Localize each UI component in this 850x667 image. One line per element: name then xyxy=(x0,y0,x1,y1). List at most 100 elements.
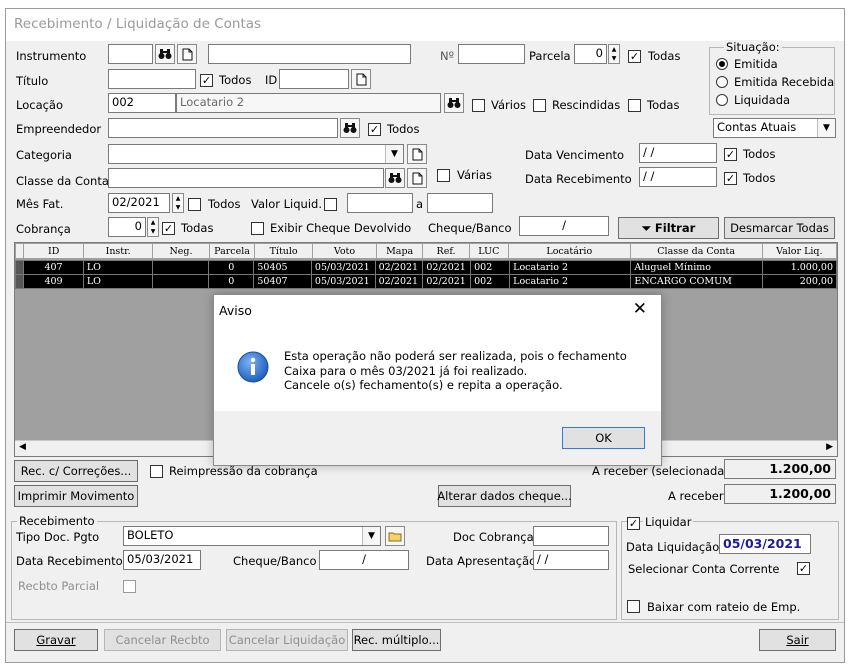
imprimir-movimento-button[interactable]: Imprimir Movimento xyxy=(14,485,138,507)
col-valor-liq[interactable]: Valor Liq. xyxy=(761,243,838,259)
binoculars-icon[interactable] xyxy=(155,44,175,64)
baixar-rateio-label: Baixar com rateio de Emp. xyxy=(647,600,801,614)
parcela-field[interactable]: 0 xyxy=(574,44,607,64)
data-vencimento-todos-checkbox[interactable]: ✓ xyxy=(724,148,737,161)
doc-cobranca-field[interactable] xyxy=(533,526,609,546)
valor-from-field[interactable] xyxy=(347,193,413,213)
reimpressao-checkbox[interactable] xyxy=(150,465,163,478)
cell-locatario: Locatario 2 xyxy=(509,274,632,289)
radio-emitida-recebida[interactable] xyxy=(716,76,728,88)
col-ref[interactable]: Ref. xyxy=(422,243,470,259)
col-titulo[interactable]: Título xyxy=(254,243,313,259)
mes-fat-field[interactable]: 02/2021 xyxy=(108,193,170,213)
numero-field[interactable] xyxy=(458,44,525,64)
chevron-down-icon[interactable]: ▼ xyxy=(385,145,403,163)
cheque-banco2-field[interactable]: / xyxy=(319,550,409,570)
liquidar-checkbox[interactable]: ✓ xyxy=(627,517,640,530)
data-recebimento2-field[interactable]: 05/03/2021 xyxy=(123,550,201,570)
document-icon[interactable] xyxy=(177,44,197,64)
ok-button[interactable]: OK xyxy=(562,427,645,449)
col-locatario[interactable]: Locatário xyxy=(507,243,631,259)
binoculars-icon[interactable] xyxy=(340,118,360,138)
data-liquidacao-field[interactable]: 05/03/2021 xyxy=(719,534,811,554)
locacao-code-field[interactable]: 002 xyxy=(108,93,176,113)
classe-varias-label: Várias xyxy=(457,168,492,182)
filtrar-button[interactable]: ⏷ Filtrar xyxy=(618,217,719,239)
cheque-banco-field[interactable]: / xyxy=(519,216,609,236)
col-id[interactable]: ID xyxy=(23,243,85,259)
document-icon[interactable] xyxy=(407,144,427,164)
exibir-cheque-checkbox[interactable] xyxy=(251,222,264,235)
close-icon[interactable]: ✕ xyxy=(633,299,647,319)
parcela-todas-checkbox[interactable]: ✓ xyxy=(628,50,641,63)
cell-classe: ENCARGO COMUM xyxy=(630,274,763,289)
selecionar-conta-checkbox[interactable]: ✓ xyxy=(797,562,810,575)
locacao-todas-checkbox[interactable] xyxy=(628,99,641,112)
classe-field[interactable] xyxy=(108,168,384,188)
id-field[interactable] xyxy=(279,69,349,89)
radio-emitida[interactable] xyxy=(716,58,728,70)
cancelar-recbto-button[interactable]: Cancelar Recbto xyxy=(104,629,221,651)
titulo-todos-checkbox[interactable]: ✓ xyxy=(200,74,213,87)
cell-ref: 02/2021 xyxy=(422,260,472,275)
instrumento-desc-field[interactable] xyxy=(208,44,411,64)
chevron-down-icon[interactable]: ▼ xyxy=(817,119,835,137)
document-icon[interactable] xyxy=(351,69,371,89)
col-luc[interactable]: LUC xyxy=(468,243,509,259)
scroll-right-icon[interactable]: ▶ xyxy=(826,442,833,452)
data-apresentacao-field[interactable]: / / xyxy=(533,550,609,570)
titulo-field[interactable] xyxy=(108,69,196,89)
mes-fat-label: Mês Fat. xyxy=(16,197,64,211)
cell-luc: 002 xyxy=(470,260,511,275)
varios-checkbox[interactable] xyxy=(472,99,485,112)
rescindidas-checkbox[interactable] xyxy=(533,99,546,112)
parcela-spinner[interactable]: ▲ ▼ xyxy=(608,44,620,64)
scroll-left-icon[interactable]: ◀ xyxy=(19,442,26,452)
cobranca-todas-checkbox[interactable]: ✓ xyxy=(162,222,175,235)
col-classe[interactable]: Classe da Conta xyxy=(629,243,763,259)
mes-fat-todos-checkbox[interactable] xyxy=(188,198,201,211)
binoculars-icon[interactable] xyxy=(444,93,464,113)
classe-varias-checkbox[interactable] xyxy=(437,169,450,182)
gravar-button[interactable]: Gravar xyxy=(14,629,98,651)
sair-button[interactable]: Sair xyxy=(759,629,836,651)
col-mapa[interactable]: Mapa xyxy=(375,243,424,259)
empreendedor-todos-checkbox[interactable]: ✓ xyxy=(368,123,381,136)
data-recebimento-field[interactable]: / / xyxy=(639,167,717,187)
col-parcela[interactable]: Parcela xyxy=(208,243,256,259)
recbto-parcial-checkbox[interactable] xyxy=(123,580,136,593)
col-voto[interactable]: Voto xyxy=(312,243,377,259)
cell-valor-liq: 1.000,00 xyxy=(761,260,838,275)
document-icon[interactable] xyxy=(407,168,427,188)
empreendedor-field[interactable] xyxy=(108,118,338,138)
valor-to-field[interactable] xyxy=(427,193,493,213)
col-neg[interactable]: Neg. xyxy=(152,243,210,259)
instrumento-code-field[interactable] xyxy=(108,44,153,64)
data-vencimento-field[interactable]: / / xyxy=(639,143,717,163)
locacao-desc-field[interactable]: Locatario 2 xyxy=(176,93,441,113)
cell-luc: 002 xyxy=(470,274,511,289)
categoria-select[interactable] xyxy=(108,144,404,164)
tipo-doc-select[interactable]: BOLETO xyxy=(123,526,381,546)
chevron-down-icon[interactable]: ▼ xyxy=(362,527,380,545)
binoculars-icon[interactable] xyxy=(385,168,405,188)
table-row[interactable]: 409 LO 0 50407 05/03/2021 02/2021 02/202… xyxy=(14,274,838,289)
alterar-cheque-button[interactable]: Alterar dados cheque... xyxy=(437,485,572,507)
cobranca-field[interactable]: 0 xyxy=(108,217,146,237)
cancelar-liquidacao-button[interactable]: Cancelar Liquidação xyxy=(226,629,348,651)
cobranca-spinner[interactable]: ▲ ▼ xyxy=(147,217,159,237)
valor-liquid-checkbox[interactable] xyxy=(324,198,337,211)
baixar-rateio-checkbox[interactable] xyxy=(627,600,640,613)
data-recebimento-todos-checkbox[interactable]: ✓ xyxy=(724,172,737,185)
col-instr[interactable]: Instr. xyxy=(83,243,154,259)
cell-locatario: Locatario 2 xyxy=(509,260,632,275)
footer-divider xyxy=(6,622,844,623)
mes-fat-spinner[interactable]: ▲ ▼ xyxy=(172,193,184,213)
locacao-todas-label: Todas xyxy=(647,98,680,112)
rec-correcoes-button[interactable]: Rec. c/ Correções... xyxy=(14,460,138,482)
folder-icon[interactable] xyxy=(385,526,405,546)
table-row[interactable]: 407 LO 0 50405 05/03/2021 02/2021 02/202… xyxy=(14,260,838,275)
radio-liquidada[interactable] xyxy=(716,94,728,106)
rec-multiplo-button[interactable]: Rec. múltiplo... xyxy=(352,629,441,651)
desmarcar-todas-button[interactable]: Desmarcar Todas xyxy=(724,217,835,239)
